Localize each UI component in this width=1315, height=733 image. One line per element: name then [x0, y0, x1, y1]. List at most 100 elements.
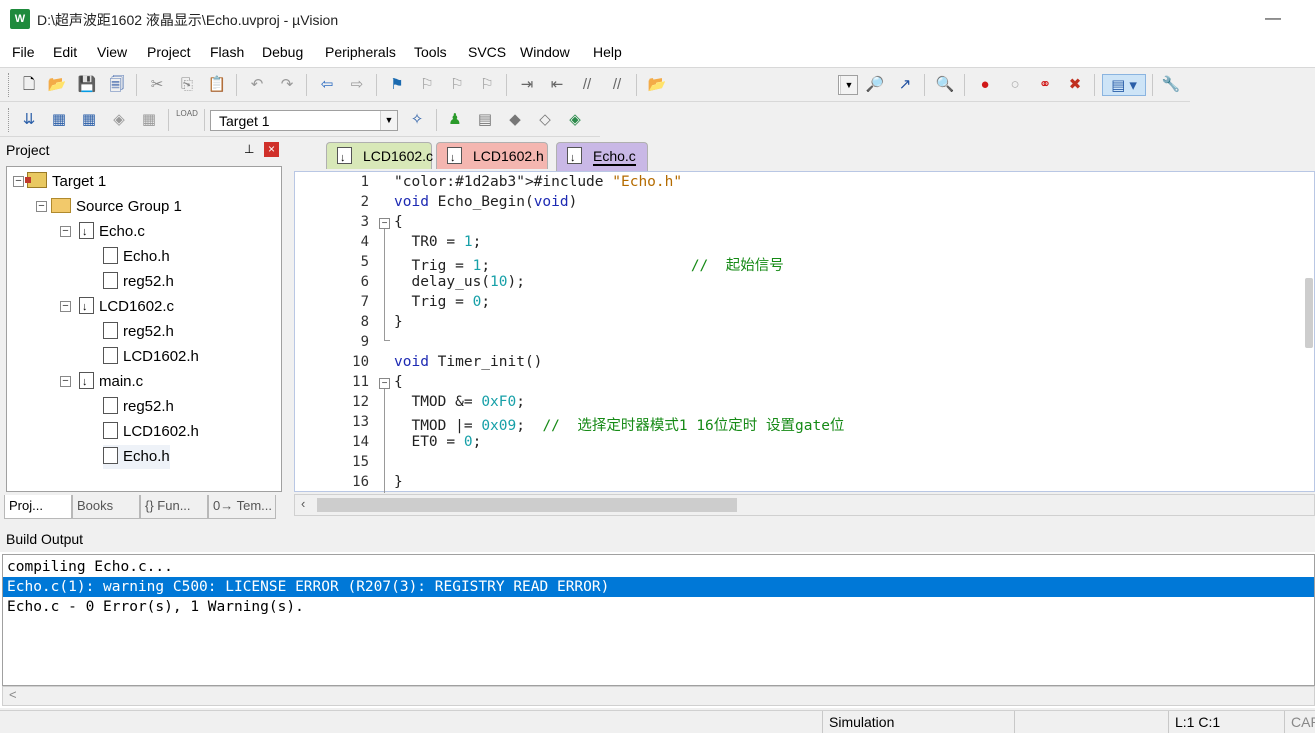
pack-installer-icon[interactable]: ◇ — [534, 109, 556, 131]
menu-svcs[interactable]: SVCS — [468, 44, 506, 60]
collapse-toggle[interactable]: − — [36, 201, 47, 212]
menu-edit[interactable]: Edit — [53, 44, 77, 60]
toolbar-grip[interactable] — [8, 73, 11, 97]
unindent-icon[interactable]: ⇤ — [546, 74, 568, 96]
toolbar-grip[interactable] — [8, 108, 11, 132]
bookmark-toggle-icon[interactable]: ⚑ — [386, 74, 408, 96]
menu-project[interactable]: Project — [147, 44, 191, 60]
bookmark-prev-icon[interactable]: ⚐ — [416, 74, 438, 96]
enable-breakpoint-icon[interactable]: ○ — [1004, 74, 1026, 96]
scroll-thumb[interactable] — [317, 498, 737, 512]
minimize-button[interactable]: — — [1250, 4, 1296, 34]
comment-icon[interactable]: // — [576, 74, 598, 96]
batch-build-icon[interactable]: ◈ — [108, 109, 130, 131]
tab-templates[interactable]: 0→ Tem... — [208, 495, 276, 519]
close-icon[interactable]: × — [264, 142, 279, 157]
new-file-icon[interactable]: 🗋 — [18, 74, 40, 96]
tab-lcd1602-h[interactable]: LCD1602.h — [436, 142, 548, 171]
disable-breakpoints-icon[interactable]: ⚭ — [1034, 74, 1056, 96]
target-options-icon[interactable]: ✧ — [406, 109, 428, 131]
build-icon[interactable]: ▦ — [48, 109, 70, 131]
find-icon[interactable]: 🔎 — [864, 74, 886, 96]
menu-file[interactable]: File — [12, 44, 35, 60]
tree-include[interactable]: reg52.h — [103, 270, 174, 294]
menu-window[interactable]: Window — [520, 44, 570, 60]
undo-icon[interactable]: ↶ — [246, 74, 268, 96]
find-combo[interactable]: ▼ — [838, 75, 858, 95]
build-output-text[interactable]: compiling Echo.c... Echo.c(1): warning C… — [2, 554, 1315, 686]
fold-toggle[interactable]: − — [379, 218, 390, 229]
chevron-down-icon[interactable]: ▼ — [380, 111, 397, 130]
collapse-toggle[interactable]: − — [60, 226, 71, 237]
tree-file[interactable]: Echo.c — [79, 220, 145, 244]
target-select[interactable]: Target 1 ▼ — [210, 110, 398, 131]
menu-tools[interactable]: Tools — [414, 44, 447, 60]
stop-build-icon[interactable]: ▦ — [138, 109, 160, 131]
window-vscroll-thumb[interactable] — [1305, 278, 1313, 348]
tree-include[interactable]: LCD1602.h — [103, 345, 199, 369]
scroll-left-icon[interactable]: < — [9, 687, 17, 702]
incremental-find-icon[interactable]: ↗ — [894, 74, 916, 96]
file-extensions-icon[interactable]: ♟ — [444, 109, 466, 131]
tree-group[interactable]: Source Group 1 — [51, 195, 182, 219]
tree-target[interactable]: Target 1 — [25, 170, 106, 194]
tree-include[interactable]: Echo.h — [103, 445, 170, 469]
tree-include[interactable]: reg52.h — [103, 395, 174, 419]
bookmark-clear-icon[interactable]: ⚐ — [476, 74, 498, 96]
tab-functions[interactable]: {} Fun... — [140, 495, 208, 519]
menu-debug[interactable]: Debug — [262, 44, 303, 60]
start-debug-icon[interactable]: 🔍 — [934, 74, 956, 96]
open-file-icon[interactable]: 📂 — [46, 74, 68, 96]
rebuild-icon[interactable]: ▦ — [78, 109, 100, 131]
build-line[interactable]: Echo.c - 0 Error(s), 1 Warning(s). — [3, 597, 1314, 617]
kill-breakpoints-icon[interactable]: ✖ — [1064, 74, 1086, 96]
collapse-toggle[interactable]: − — [60, 301, 71, 312]
tab-books[interactable]: Books — [72, 495, 140, 519]
menu-view[interactable]: View — [97, 44, 127, 60]
code-line: Trig = 0; — [394, 294, 491, 310]
configure-icon[interactable]: 🔧 — [1160, 74, 1182, 96]
tab-lcd1602-c[interactable]: LCD1602.c — [326, 142, 433, 171]
code-editor[interactable]: 1 2 3 4 5 6 7 8 9 10 11 12 13 14 15 16 −… — [294, 171, 1315, 493]
manage-run-time-environment-icon[interactable]: ◈ — [564, 109, 586, 131]
tree-include[interactable]: Echo.h — [103, 245, 170, 269]
copy-icon[interactable]: ⎘ — [176, 74, 198, 96]
tree-include[interactable]: LCD1602.h — [103, 420, 199, 444]
translate-icon[interactable]: ⇊ — [18, 109, 40, 131]
menu-peripherals[interactable]: Peripherals — [325, 44, 396, 60]
build-line[interactable]: compiling Echo.c... — [3, 557, 1314, 577]
project-tree[interactable]: − Target 1 − Source Group 1 − Echo.c Ech… — [6, 166, 282, 492]
download-icon[interactable]: LOAD — [176, 109, 198, 131]
tree-include[interactable]: reg52.h — [103, 320, 174, 344]
select-software-packs-icon[interactable]: ◆ — [504, 109, 526, 131]
save-all-icon[interactable]: 🗐 — [106, 74, 128, 96]
find-in-files-icon[interactable]: 📂 — [646, 74, 668, 96]
pin-icon[interactable]: ⊥ — [244, 142, 254, 156]
build-output-hscrollbar[interactable]: < — [2, 686, 1315, 706]
cut-icon[interactable]: ✂ — [146, 74, 168, 96]
navigate-forward-icon[interactable]: ⇨ — [346, 74, 368, 96]
tree-file[interactable]: main.c — [79, 370, 143, 394]
paste-icon[interactable]: 📋 — [206, 74, 228, 96]
bookmark-next-icon[interactable]: ⚐ — [446, 74, 468, 96]
editor-hscrollbar[interactable]: ‹ — [294, 494, 1315, 516]
scroll-left-icon[interactable]: ‹ — [301, 496, 305, 511]
tab-project[interactable]: Proj... — [4, 495, 72, 519]
collapse-toggle[interactable]: − — [60, 376, 71, 387]
tab-echo-c[interactable]: Echo.c — [556, 142, 648, 171]
tree-file[interactable]: LCD1602.c — [79, 295, 174, 319]
uncomment-icon[interactable]: // — [606, 74, 628, 96]
navigate-back-icon[interactable]: ⇦ — [316, 74, 338, 96]
save-icon[interactable]: 💾 — [76, 74, 98, 96]
manage-components-icon[interactable]: ▤ — [474, 109, 496, 131]
build-line-selected[interactable]: Echo.c(1): warning C500: LICENSE ERROR (… — [3, 577, 1314, 597]
menu-help[interactable]: Help — [593, 44, 622, 60]
chevron-down-icon[interactable]: ▼ — [840, 76, 857, 94]
fold-toggle[interactable]: − — [379, 378, 390, 389]
insert-breakpoint-icon[interactable]: ● — [974, 74, 996, 96]
redo-icon[interactable]: ↷ — [276, 74, 298, 96]
collapse-toggle[interactable]: − — [13, 176, 24, 187]
indent-icon[interactable]: ⇥ — [516, 74, 538, 96]
menu-flash[interactable]: Flash — [210, 44, 244, 60]
window-layout-icon[interactable]: ▤ ▾ — [1102, 74, 1146, 96]
